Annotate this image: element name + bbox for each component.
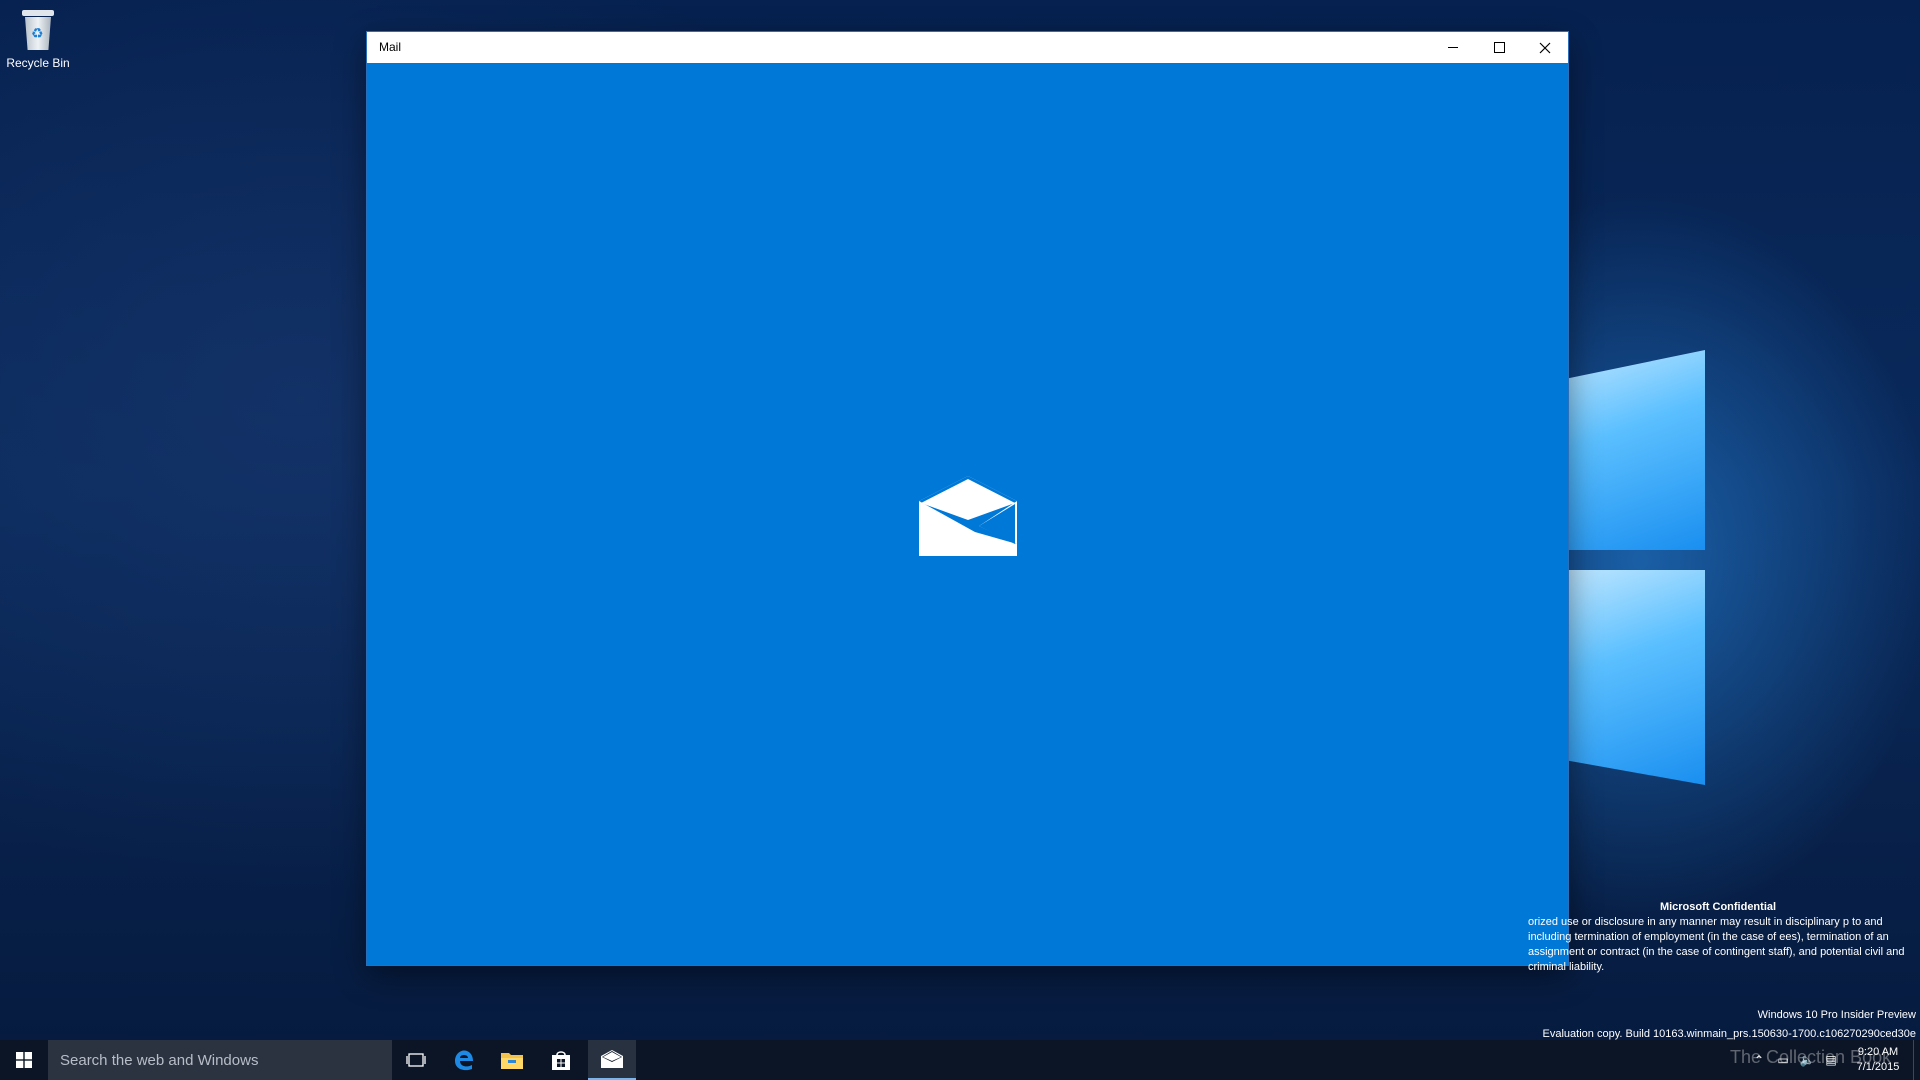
- minimize-button[interactable]: [1430, 32, 1476, 63]
- logo-pane-top: [1560, 350, 1705, 550]
- collection-book-watermark: The Collection Book: [1730, 1040, 1891, 1080]
- wallpaper-windows-logo: [1560, 330, 1720, 790]
- confidential-body: orized use or disclosure in any manner m…: [1528, 916, 1905, 973]
- start-button[interactable]: [0, 1040, 48, 1080]
- search-box[interactable]: Search the web and Windows: [48, 1040, 392, 1080]
- maximize-icon: [1493, 42, 1505, 53]
- task-view-button[interactable]: [392, 1040, 440, 1080]
- mail-envelope-icon: [601, 1050, 623, 1068]
- logo-pane-bottom: [1560, 570, 1705, 785]
- task-view-icon: [406, 1053, 426, 1067]
- mail-splash-icon: [919, 476, 1017, 556]
- build-watermark: Windows 10 Pro Insider Preview Evaluatio…: [1543, 1006, 1916, 1044]
- file-explorer-taskbar-button[interactable]: [488, 1040, 536, 1080]
- close-icon: [1539, 42, 1551, 53]
- edge-icon: [455, 1050, 473, 1071]
- edge-taskbar-button[interactable]: [440, 1040, 488, 1080]
- search-placeholder: Search the web and Windows: [60, 1051, 259, 1069]
- show-desktop-button[interactable]: [1913, 1040, 1920, 1080]
- brand-text: The Collection Book: [1730, 1047, 1892, 1067]
- close-button[interactable]: [1522, 32, 1568, 63]
- maximize-button[interactable]: [1476, 32, 1522, 63]
- recycle-bin-label: Recycle Bin: [6, 56, 70, 70]
- mail-window[interactable]: Mail: [367, 32, 1568, 965]
- recycle-bin-icon: ♻: [18, 8, 58, 52]
- store-taskbar-button[interactable]: [537, 1040, 585, 1080]
- confidential-heading: Microsoft Confidential: [1659, 901, 1777, 913]
- mail-taskbar-button[interactable]: [588, 1040, 636, 1080]
- taskbar: Search the web and Windows ⌃ ▭ 🔈 ▤ 9:20 …: [0, 1040, 1920, 1080]
- title-bar[interactable]: Mail: [367, 32, 1568, 63]
- minimize-icon: [1448, 47, 1458, 48]
- window-title: Mail: [379, 40, 402, 54]
- folder-icon: [501, 1053, 523, 1069]
- windows-start-icon: [16, 1052, 32, 1068]
- store-bag-icon: [552, 1051, 570, 1070]
- recycle-bin-desktop-icon[interactable]: ♻ Recycle Bin: [4, 8, 72, 70]
- edition-text: Windows 10 Pro Insider Preview: [1757, 1009, 1916, 1021]
- confidential-watermark: Microsoft Confidential orized use or dis…: [1528, 900, 1908, 975]
